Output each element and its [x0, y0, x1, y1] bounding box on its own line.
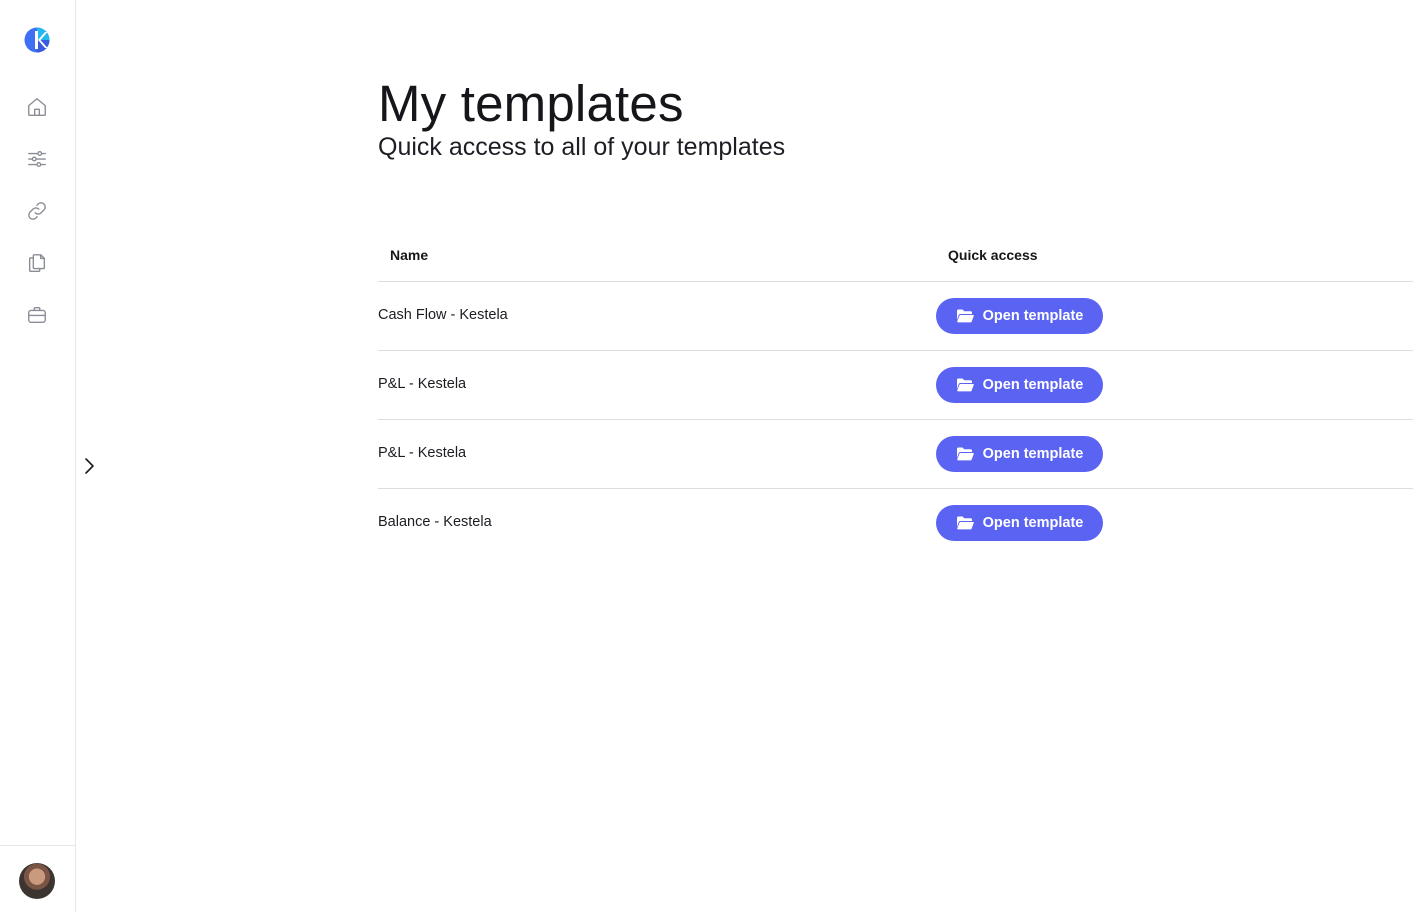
table-row: P&L - Kestela Open template [378, 351, 1413, 420]
table-row: Cash Flow - Kestela Open template [378, 282, 1413, 351]
page-title: My templates [378, 75, 684, 132]
sidebar-footer [0, 845, 75, 912]
sidebar-item-integrations[interactable] [24, 198, 50, 224]
open-template-label: Open template [982, 377, 1084, 393]
sidebar-item-portfolio[interactable] [24, 302, 50, 328]
sidebar-item-templates[interactable] [24, 250, 50, 276]
column-header-name: Name [390, 247, 429, 263]
folder-open-icon [956, 515, 974, 531]
template-name: Balance - Kestela [378, 514, 492, 530]
folder-open-icon [956, 446, 974, 462]
sidebar-item-settings[interactable] [24, 146, 50, 172]
documents-icon [26, 252, 48, 274]
table-row: P&L - Kestela Open template [378, 420, 1413, 489]
template-name: P&L - Kestela [378, 376, 467, 392]
open-template-button[interactable]: Open template [936, 367, 1103, 403]
column-header-quick-access: Quick access [948, 247, 1038, 263]
app-root: My templates Quick access to all of your… [0, 0, 1413, 912]
table-row: Balance - Kestela Open template [378, 489, 1413, 557]
template-name: Cash Flow - Kestela [378, 307, 508, 323]
folder-open-icon [956, 377, 974, 393]
folder-open-icon [956, 308, 974, 324]
user-avatar[interactable] [19, 863, 55, 899]
template-name: P&L - Kestela [378, 445, 467, 461]
open-template-button[interactable]: Open template [936, 298, 1103, 334]
open-template-button[interactable]: Open template [936, 436, 1103, 472]
sidebar [0, 0, 76, 912]
briefcase-icon [26, 304, 48, 326]
kestela-logo-icon[interactable] [24, 27, 50, 53]
open-template-label: Open template [982, 446, 1084, 462]
templates-table: Name Quick access Cash Flow - Kestela Op… [378, 230, 1413, 557]
table-header: Name Quick access [378, 230, 1413, 282]
open-template-label: Open template [982, 515, 1084, 531]
open-template-button[interactable]: Open template [936, 505, 1103, 541]
link-icon [26, 200, 48, 222]
open-template-label: Open template [982, 308, 1084, 324]
sliders-icon [26, 148, 48, 170]
chevron-right-icon [82, 456, 96, 481]
home-icon [26, 96, 48, 118]
page-subtitle: Quick access to all of your templates [378, 133, 786, 161]
sidebar-item-home[interactable] [24, 94, 50, 120]
expand-sidebar-button[interactable] [78, 456, 100, 480]
